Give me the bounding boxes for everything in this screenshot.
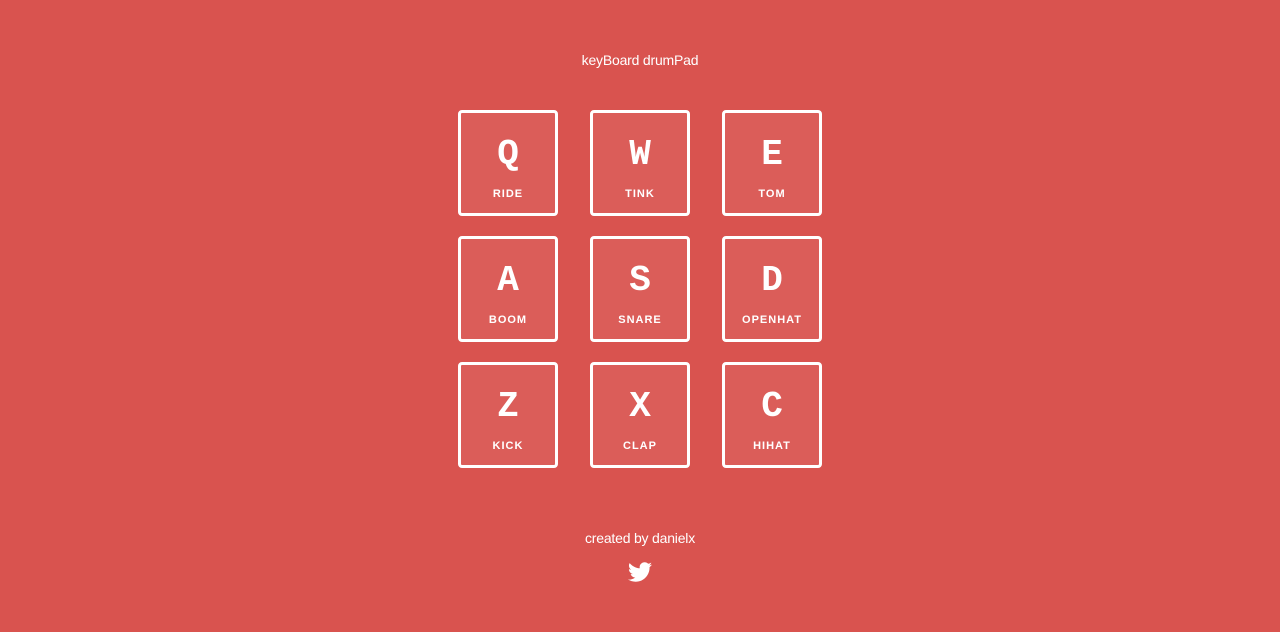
drum-pad-z[interactable]: Z KICK	[458, 362, 558, 468]
drum-pad-grid: Q RIDE W TINK E TOM A BOOM S SNARE D OPE…	[458, 110, 822, 468]
pad-key-letter: W	[629, 134, 651, 175]
drum-pad-a[interactable]: A BOOM	[458, 236, 558, 342]
pad-sound-label: RIDE	[492, 188, 524, 200]
pad-sound-label: OPENHAT	[742, 314, 802, 326]
pad-key-letter: D	[761, 260, 783, 301]
pad-key-letter: C	[761, 386, 783, 427]
drum-pad-e[interactable]: E TOM	[722, 110, 822, 216]
drum-pad-w[interactable]: W TINK	[590, 110, 690, 216]
drum-pad-s[interactable]: S SNARE	[590, 236, 690, 342]
drum-pad-c[interactable]: C HIHAT	[722, 362, 822, 468]
pad-sound-label: TOM	[758, 188, 786, 200]
pad-sound-label: CLAP	[623, 440, 657, 452]
pad-sound-label: KICK	[492, 440, 524, 452]
pad-sound-label: SNARE	[618, 314, 662, 326]
author-credit: created by danielx	[584, 530, 696, 546]
twitter-icon	[628, 562, 653, 582]
page-title: keyBoard drumPad	[581, 52, 699, 68]
drum-pad-d[interactable]: D OPENHAT	[722, 236, 822, 342]
pad-key-letter: S	[629, 260, 651, 301]
pad-key-letter: Z	[497, 386, 519, 427]
pad-key-letter: X	[629, 386, 651, 427]
twitter-link[interactable]	[627, 560, 653, 584]
pad-sound-label: BOOM	[488, 314, 528, 326]
pad-key-letter: A	[497, 260, 519, 301]
pad-key-letter: Q	[497, 134, 519, 175]
pad-sound-label: TINK	[625, 188, 655, 200]
drum-pad-q[interactable]: Q RIDE	[458, 110, 558, 216]
pad-sound-label: HIHAT	[753, 440, 791, 452]
drum-pad-x[interactable]: X CLAP	[590, 362, 690, 468]
pad-key-letter: E	[761, 134, 783, 175]
